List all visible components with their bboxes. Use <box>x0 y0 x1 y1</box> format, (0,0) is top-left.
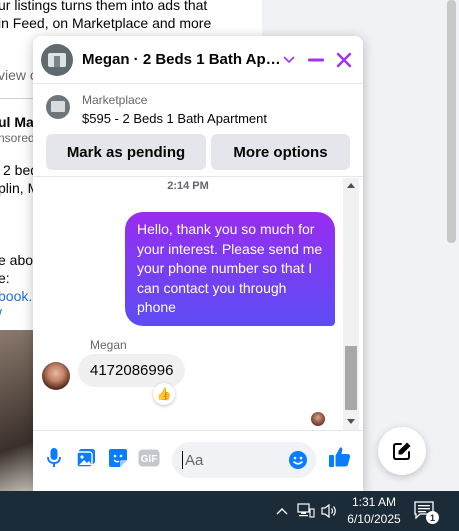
message-composer: GIF <box>33 430 363 492</box>
chat-header: Megan · 2 Beds 1 Bath Apa... <box>33 36 363 84</box>
network-icon[interactable] <box>297 503 315 519</box>
new-message-button[interactable] <box>378 427 426 475</box>
system-clock[interactable]: 1:31 AM 6/10/2025 <box>339 494 409 528</box>
sticker-icon[interactable] <box>107 447 129 469</box>
incoming-message[interactable]: 4172086996 <box>78 354 186 387</box>
scroll-down-arrow-icon[interactable] <box>347 419 355 424</box>
bg-text-line: nsored <box>0 131 35 145</box>
bg-link[interactable]: book. <box>0 288 32 304</box>
chevron-down-icon[interactable] <box>277 48 301 72</box>
minimize-icon[interactable] <box>304 48 328 72</box>
clock-date: 6/10/2025 <box>347 512 401 526</box>
svg-text:GIF: GIF <box>141 454 158 465</box>
sender-name: Megan <box>90 338 127 352</box>
show-hidden-icons-chevron-icon[interactable] <box>273 503 291 519</box>
outgoing-message[interactable]: Hello, thank you so much for your intere… <box>125 212 335 326</box>
message-timestamp: 2:14 PM <box>167 180 209 192</box>
clock-time: 1:31 AM <box>351 495 397 509</box>
listing-title[interactable]: $595 - 2 Beds 1 Bath Apartment <box>82 111 267 126</box>
photo-gallery-icon[interactable] <box>75 447 97 469</box>
message-input-wrapper <box>172 442 316 478</box>
chat-window: Megan · 2 Beds 1 Bath Apa... Marketplace… <box>33 36 363 492</box>
listing-avatar[interactable] <box>41 44 73 76</box>
thumbs-up-reaction-icon[interactable]: 👍 <box>153 383 175 405</box>
bg-text-line: ur listings turns them into ads that <box>0 0 208 13</box>
notification-count-badge: 1 <box>426 511 439 524</box>
mark-as-pending-button[interactable]: Mark as pending <box>46 134 206 170</box>
thumbs-up-send-icon[interactable] <box>328 445 352 469</box>
gif-icon[interactable]: GIF <box>138 447 160 469</box>
bg-text-line: in Feed, on Marketplace and more <box>0 15 212 31</box>
volume-icon[interactable] <box>321 503 339 519</box>
emoji-icon[interactable] <box>288 450 308 470</box>
page-scrollbar-thumb[interactable] <box>447 0 456 243</box>
bg-text-line[interactable]: view c <box>0 67 37 83</box>
listing-source: Marketplace <box>82 93 148 107</box>
read-receipt-avatar <box>311 412 325 426</box>
microphone-icon[interactable] <box>43 447 65 469</box>
compose-icon <box>393 442 411 460</box>
bg-link[interactable]: / <box>0 306 2 322</box>
message-scrollbar-thumb[interactable] <box>345 346 357 410</box>
notification-center-button[interactable]: 1 <box>414 501 440 524</box>
bg-text-line: e: <box>0 270 10 286</box>
chat-title[interactable]: Megan · 2 Beds 1 Bath Apa... <box>82 51 282 68</box>
taskbar: 1:31 AM 6/10/2025 1 <box>0 491 459 531</box>
message-list: 2:14 PM Hello, thank you so much for you… <box>33 178 363 430</box>
message-input[interactable] <box>182 451 282 469</box>
sender-avatar[interactable] <box>42 362 70 390</box>
message-scrollbar[interactable] <box>343 178 359 430</box>
listing-thumbnail[interactable] <box>46 95 70 119</box>
scroll-up-arrow-icon[interactable] <box>347 183 355 188</box>
more-options-button[interactable]: More options <box>211 134 350 170</box>
close-icon[interactable] <box>332 48 356 72</box>
